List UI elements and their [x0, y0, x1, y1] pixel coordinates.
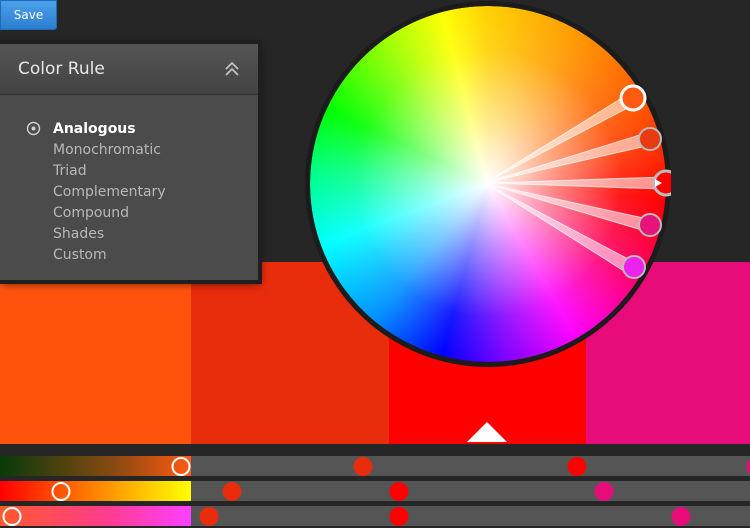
slider-3-dot-3 [389, 507, 409, 526]
color-wheel-graphic [305, 1, 680, 367]
slider-1-dot-2 [353, 457, 373, 476]
slider-2-dot-2 [222, 482, 242, 501]
color-sliders [0, 456, 750, 528]
slider-3-dot-4 [671, 507, 691, 526]
slider-2-dot-4 [594, 482, 614, 501]
slider-3-handle[interactable] [2, 507, 22, 526]
wheel-handle-4[interactable] [638, 213, 662, 237]
rule-label: Monochromatic [53, 141, 161, 158]
rule-label: Complementary [53, 183, 166, 200]
wheel-handle-5[interactable] [622, 255, 646, 279]
active-swatch-marker-icon [467, 422, 507, 442]
save-button[interactable]: Save [0, 0, 57, 30]
color-rule-panel: Color Rule Analogous Monochromatic Triad [0, 44, 258, 280]
color-rule-list: Analogous Monochromatic Triad Complement… [0, 95, 258, 265]
slider-row-2 [0, 481, 750, 501]
color-wheel-app: Save Color Rule Analogous Monochromatic [0, 0, 750, 528]
rule-label: Shades [53, 225, 105, 242]
rule-label: Custom [53, 246, 107, 263]
slider-1-dot-3 [567, 457, 587, 476]
slider-1-gradient[interactable] [0, 456, 191, 476]
slider-2-handle[interactable] [51, 482, 71, 501]
swatch-1[interactable] [0, 262, 191, 444]
slider-row-3 [0, 506, 750, 526]
slider-3-track[interactable] [191, 506, 750, 526]
radio-selected-icon [26, 121, 41, 136]
rule-label: Analogous [53, 120, 136, 137]
slider-1-track[interactable] [191, 456, 750, 476]
rule-label: Compound [53, 204, 130, 221]
wheel-handle-1[interactable] [619, 84, 647, 112]
panel-title: Color Rule [18, 59, 105, 79]
chevron-double-up-icon[interactable] [224, 61, 240, 77]
slider-2-gradient[interactable] [0, 481, 191, 501]
slider-1-handle[interactable] [171, 457, 191, 476]
slider-3-gradient[interactable] [0, 506, 191, 526]
wheel-handle-2[interactable] [638, 127, 662, 151]
slider-row-1 [0, 456, 750, 476]
rule-option-triad[interactable]: Triad [26, 160, 258, 181]
color-rule-header[interactable]: Color Rule [0, 44, 258, 95]
rule-option-monochromatic[interactable]: Monochromatic [26, 139, 258, 160]
rule-option-custom[interactable]: Custom [26, 244, 258, 265]
rule-option-compound[interactable]: Compound [26, 202, 258, 223]
rule-option-shades[interactable]: Shades [26, 223, 258, 244]
rule-label: Triad [53, 162, 87, 179]
slider-2-track[interactable] [191, 481, 750, 501]
rule-option-complementary[interactable]: Complementary [26, 181, 258, 202]
color-wheel[interactable] [305, 1, 680, 367]
slider-3-dot-2 [199, 507, 219, 526]
rule-option-analogous[interactable]: Analogous [26, 118, 258, 139]
slider-2-dot-3 [389, 482, 409, 501]
